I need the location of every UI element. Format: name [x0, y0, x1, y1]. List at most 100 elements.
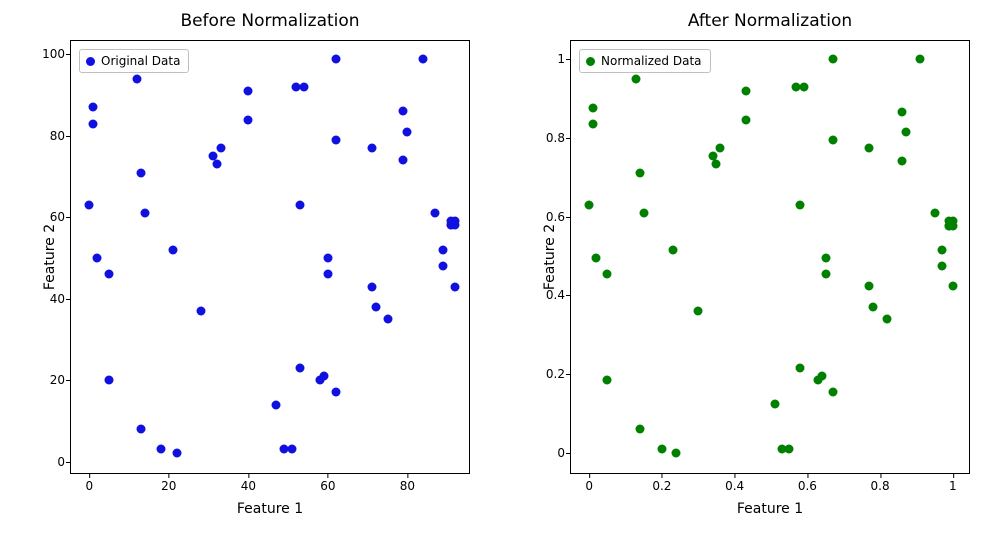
data-point	[741, 87, 750, 96]
data-point	[331, 135, 340, 144]
data-point	[319, 372, 328, 381]
legend-label: Normalized Data	[601, 54, 702, 68]
data-point	[172, 449, 181, 458]
data-point	[585, 201, 594, 210]
data-point	[632, 75, 641, 84]
data-point	[821, 270, 830, 279]
data-point	[244, 115, 253, 124]
chart-title: After Normalization	[571, 11, 969, 31]
data-point	[821, 253, 830, 262]
data-point	[588, 103, 597, 112]
data-point	[367, 144, 376, 153]
data-point	[136, 168, 145, 177]
data-point	[636, 424, 645, 433]
data-point	[105, 376, 114, 385]
data-point	[399, 156, 408, 165]
y-tick: 0	[557, 446, 565, 460]
data-point	[770, 400, 779, 409]
data-point	[431, 209, 440, 218]
figure: Before NormalizationFeature 1Feature 202…	[0, 0, 1005, 547]
data-point	[937, 262, 946, 271]
x-tick: 40	[241, 479, 256, 493]
y-tick: 0.4	[546, 288, 565, 302]
data-point	[383, 315, 392, 324]
axes-1: After NormalizationFeature 1Feature 200.…	[570, 40, 970, 474]
y-tick: 1	[557, 52, 565, 66]
y-tick: 40	[50, 292, 65, 306]
data-point	[916, 54, 925, 63]
data-point	[817, 371, 826, 380]
data-point	[296, 363, 305, 372]
data-point	[639, 209, 648, 218]
data-point	[439, 245, 448, 254]
x-tick: 60	[320, 479, 335, 493]
data-point	[296, 201, 305, 210]
x-tick: 1	[949, 479, 957, 493]
data-point	[323, 270, 332, 279]
data-point	[828, 388, 837, 397]
x-tick: 0.8	[871, 479, 890, 493]
data-point	[272, 400, 281, 409]
data-point	[212, 160, 221, 169]
data-point	[140, 209, 149, 218]
data-point	[865, 144, 874, 153]
data-point	[897, 156, 906, 165]
data-point	[716, 144, 725, 153]
data-point	[948, 282, 957, 291]
data-point	[371, 302, 380, 311]
chart-title: Before Normalization	[71, 11, 469, 31]
data-point	[168, 245, 177, 254]
x-tick: 0.6	[798, 479, 817, 493]
x-tick: 0.2	[652, 479, 671, 493]
y-tick: 0.8	[546, 131, 565, 145]
data-point	[93, 254, 102, 263]
data-point	[897, 107, 906, 116]
x-axis-label: Feature 1	[571, 501, 969, 517]
data-point	[331, 388, 340, 397]
data-point	[196, 306, 205, 315]
legend: Original Data	[79, 49, 189, 73]
data-point	[331, 54, 340, 63]
data-point	[865, 282, 874, 291]
data-point	[89, 103, 98, 112]
data-point	[868, 302, 877, 311]
data-point	[712, 160, 721, 169]
legend-swatch	[586, 57, 595, 66]
axes-0: Before NormalizationFeature 1Feature 202…	[70, 40, 470, 474]
data-point	[603, 375, 612, 384]
x-tick: 0	[85, 479, 93, 493]
data-point	[799, 83, 808, 92]
data-point	[785, 445, 794, 454]
data-point	[930, 209, 939, 218]
y-tick: 80	[50, 129, 65, 143]
data-point	[796, 201, 805, 210]
legend-swatch	[86, 57, 95, 66]
data-point	[300, 83, 309, 92]
legend-label: Original Data	[101, 54, 180, 68]
data-point	[288, 445, 297, 454]
data-point	[694, 306, 703, 315]
data-point	[948, 217, 957, 226]
data-point	[451, 282, 460, 291]
data-point	[216, 144, 225, 153]
x-tick: 0	[585, 479, 593, 493]
y-axis-label: Feature 2	[542, 224, 558, 290]
data-point	[85, 201, 94, 210]
y-axis-label: Feature 2	[42, 224, 58, 290]
data-point	[451, 217, 460, 226]
x-tick: 80	[400, 479, 415, 493]
data-point	[592, 253, 601, 262]
data-point	[367, 282, 376, 291]
data-point	[937, 246, 946, 255]
data-point	[399, 107, 408, 116]
data-point	[89, 119, 98, 128]
data-point	[741, 115, 750, 124]
data-point	[883, 315, 892, 324]
data-point	[323, 254, 332, 263]
x-axis-label: Feature 1	[71, 501, 469, 517]
legend: Normalized Data	[579, 49, 711, 73]
data-point	[636, 168, 645, 177]
data-point	[828, 54, 837, 63]
y-tick: 0.6	[546, 210, 565, 224]
data-point	[133, 74, 142, 83]
